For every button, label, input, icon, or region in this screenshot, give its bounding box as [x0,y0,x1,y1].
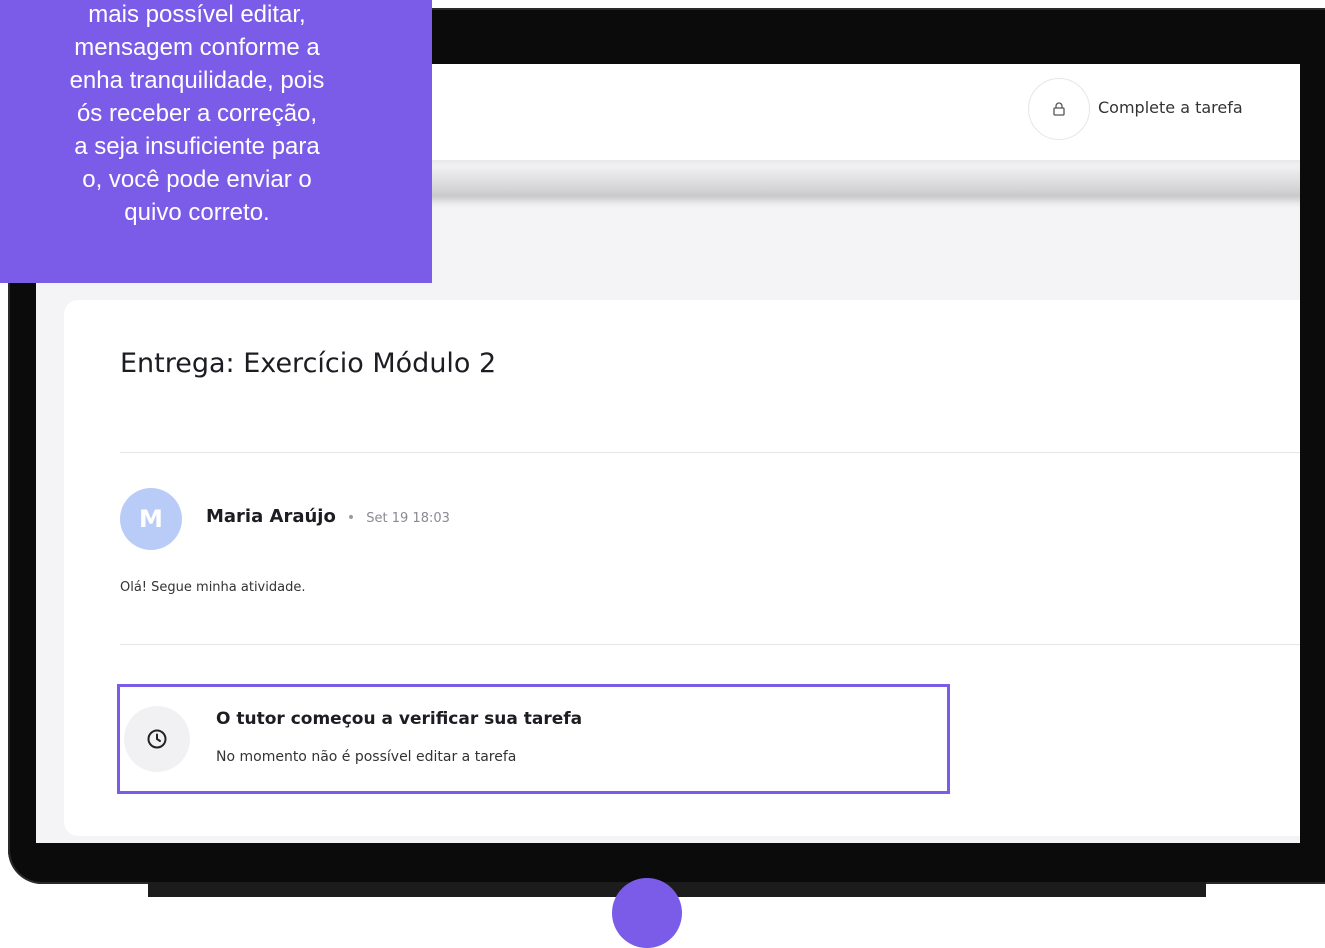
author-line: Maria Araújo • Set 19 18:03 [206,506,450,527]
lock-button[interactable] [1028,78,1090,140]
tooltip-line: o, você pode enviar o [82,166,312,193]
author-name: Maria Araújo [206,506,336,527]
tooltip-line: ós receber a correção, [76,100,318,127]
post-message: Olá! Segue minha atividade. [120,580,306,595]
status-title: O tutor começou a verificar sua tarefa [216,709,583,729]
page-title: Entrega: Exercício Módulo 2 [120,348,497,379]
tooltip-line: a seja insuficiente para [74,133,320,160]
tooltip-text: mais possível editar, mensagem conforme … [0,0,432,229]
tooltip-line: mensagem conforme a [74,34,320,61]
tooltip-callout: mais possível editar, mensagem conforme … [0,0,432,283]
submission-card: Entrega: Exercício Módulo 2 M Maria Araú… [64,300,1300,836]
tooltip-line: quivo correto. [124,199,270,226]
tooltip-line: mais possível editar, [88,1,306,28]
clock-icon [147,729,167,749]
decorative-circle [612,878,682,948]
status-subtitle: No momento não é possível editar a taref… [216,749,517,765]
divider [120,452,1300,453]
clock-icon-wrapper [124,706,190,772]
separator-dot: • [346,510,356,526]
tooltip-line: enha tranquilidade, pois [69,67,325,94]
timestamp: Set 19 18:03 [366,511,450,526]
lock-icon [1053,102,1065,116]
complete-task-label[interactable]: Complete a tarefa [1098,98,1243,117]
divider [120,644,1300,645]
avatar: M [120,488,182,550]
status-notice: O tutor começou a verificar sua tarefa N… [117,684,950,794]
